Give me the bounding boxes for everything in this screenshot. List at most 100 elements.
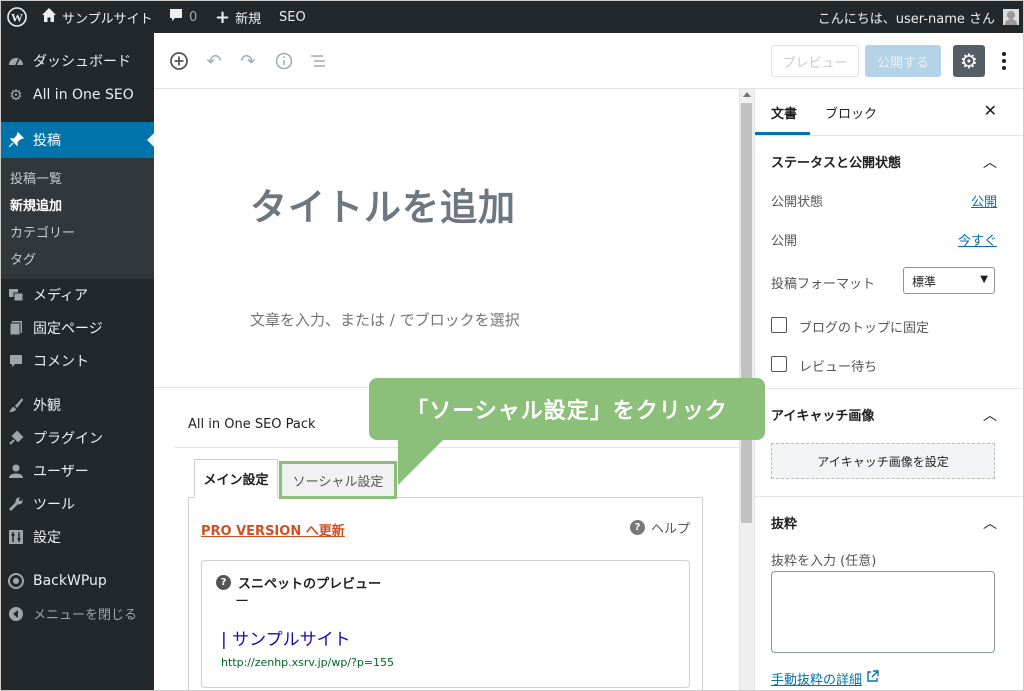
submenu-add-new[interactable]: 新規追加 [10,195,62,214]
excerpt-section-title[interactable]: 抜粋 [771,513,797,532]
comment-bubble-icon [168,7,184,27]
post-format-label: 投稿フォーマット [771,277,876,292]
post-title-input[interactable]: タイトルを追加 [250,177,516,231]
chevron-up-icon[interactable]: ︿ [983,405,997,425]
sidebar-item-comments[interactable]: コメント [1,344,154,377]
sidebar-label: メディア [33,287,89,304]
site-name-link[interactable]: サンプルサイト [41,1,153,33]
tab-label: メイン設定 [203,473,269,488]
sidebar-item-settings[interactable]: 設定 [1,520,154,553]
comments-count: 0 [189,9,198,25]
sticky-checkbox[interactable] [771,317,787,333]
excerpt-textarea[interactable] [771,571,995,653]
sidebar-label: All in One SEO [33,86,134,103]
sidebar-item-tools[interactable]: ツール [1,487,154,520]
sidebar-item-users[interactable]: ユーザー [1,454,154,487]
sidebar-item-plugins[interactable]: プラグイン [1,421,154,454]
chevron-up-icon[interactable]: ︿ [983,513,997,533]
instruction-callout: 「ソーシャル設定」をクリック [369,378,765,440]
editor-toolbar: ↶ ↷ プレビュー 公開する ⚙ [154,33,1023,89]
new-label: 新規 [235,11,262,27]
admin-sidebar: ダッシュボード ⚙ All in One SEO 投稿 投稿一覧 新規追加 カテ… [1,33,154,690]
preview-button[interactable]: プレビュー [771,45,859,77]
pending-review-checkbox[interactable] [771,356,787,372]
sidebar-label: 外観 [33,397,61,414]
wordpress-logo-icon[interactable]: W [7,1,27,33]
user-icon [7,462,25,480]
publish-time-link[interactable]: 今すぐ [958,230,997,249]
dashboard-icon [7,52,25,70]
gear-icon: ⚙ [9,85,23,104]
sidebar-label: 設定 [33,529,61,546]
pin-icon [7,131,25,149]
avatar[interactable] [1003,1,1019,33]
more-options-icon[interactable] [997,47,1011,75]
close-icon[interactable]: ✕ [984,101,997,120]
sticky-label: ブログのトップに固定 [799,321,930,336]
excerpt-label: 抜粋を入力 (任意) [771,554,877,569]
tab-document[interactable]: 文書 [771,103,797,122]
seo-menu-link[interactable]: SEO [279,1,306,33]
help-label: ヘルプ [650,522,690,537]
snippet-dash: ー [235,594,249,610]
account-link[interactable]: こんにちは、user-name さん [818,1,995,33]
sidebar-item-appearance[interactable]: 外観 [1,388,154,421]
pro-version-link[interactable]: PRO VERSION へ更新 [201,520,345,539]
sidebar-item-posts[interactable]: 投稿 [1,122,154,158]
submenu-categories[interactable]: カテゴリー [10,222,75,241]
add-block-icon[interactable] [169,51,189,71]
outline-icon[interactable] [308,51,328,71]
settings-toggle-button[interactable]: ⚙ [953,45,985,77]
posts-submenu: 投稿一覧 新規追加 カテゴリー タグ [1,158,154,279]
info-icon[interactable] [274,51,294,71]
submenu-all-posts[interactable]: 投稿一覧 [10,168,62,187]
tab-block[interactable]: ブロック [825,103,877,122]
scroll-thumb[interactable] [741,103,752,523]
collapse-icon [7,605,25,623]
wrench-icon [7,495,25,513]
excerpt-help-label: 手動抜粋の詳細 [771,673,863,688]
comments-link[interactable]: 0 [168,1,197,33]
sidebar-item-backwpup[interactable]: BackWPup [1,564,154,597]
chevron-up-icon[interactable]: ︿ [983,152,997,172]
greeting: こんにちは、user-name さん [817,11,995,27]
brush-icon [7,396,25,414]
excerpt-help-link[interactable]: 手動抜粋の詳細 [771,669,879,688]
sidebar-item-pages[interactable]: 固定ページ [1,311,154,344]
comment-icon [7,352,25,370]
svg-text:W: W [11,11,23,25]
featured-section-divider [755,388,1023,389]
publish-button[interactable]: 公開する [865,45,941,77]
submenu-tags[interactable]: タグ [10,249,36,268]
scroll-up-arrow[interactable] [743,92,751,97]
redo-icon[interactable]: ↷ [238,51,258,72]
snippet-site-title: | サンプルサイト [221,630,351,650]
sidebar-item-media[interactable]: メディア [1,278,154,311]
undo-icon[interactable]: ↶ [204,51,224,72]
sidebar-item-dashboard[interactable]: ダッシュボード [1,44,154,77]
gear-icon: ⚙ [960,49,978,73]
excerpt-section-divider [755,496,1023,497]
aioseo-title: All in One SEO Pack [188,417,316,432]
sidebar-collapse-menu[interactable]: メニューを閉じる [1,597,154,630]
tab-main-settings[interactable]: メイン設定 [194,459,278,498]
help-link[interactable]: ? ヘルプ [629,518,690,537]
help-icon[interactable]: ? [216,575,231,590]
post-format-select[interactable]: 標準 ▼ [903,267,995,294]
sidebar-item-aioseo[interactable]: ⚙ All in One SEO [1,78,154,111]
sidebar-label: 投稿 [33,133,61,149]
set-featured-image-button[interactable]: アイキャッチ画像を設定 [771,443,995,479]
aioseo-header-line [174,447,739,448]
block-appender[interactable]: 文章を入力、または / でブロックを選択 [250,309,520,330]
featured-section-title[interactable]: アイキャッチ画像 [771,405,874,424]
visibility-link[interactable]: 公開 [971,191,997,210]
home-icon [41,7,57,27]
tab-social-settings[interactable]: ソーシャル設定 [279,461,397,499]
sidebar-label: プラグイン [33,430,103,447]
snippet-header: ? スニペットのプレビュー [216,573,381,592]
status-section-title[interactable]: ステータスと公開状態 [771,152,901,171]
status-section-divider [755,135,1023,136]
snippet-title: スニペットのプレビュー [238,577,382,592]
new-content-link[interactable]: + 新規 [215,1,261,33]
plus-icon: + [215,6,231,28]
